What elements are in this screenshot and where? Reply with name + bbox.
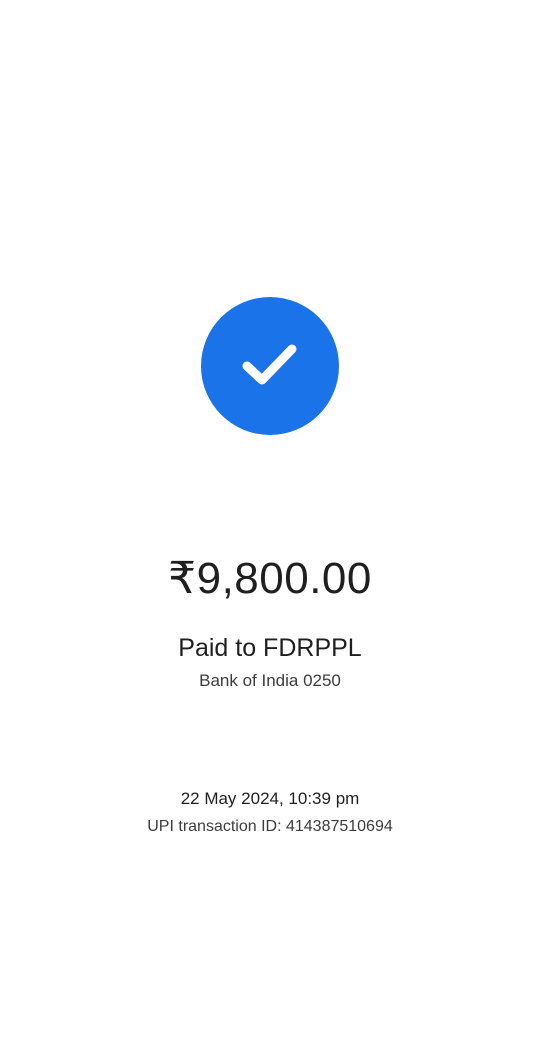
- upi-transaction-id: UPI transaction ID: 414387510694: [147, 818, 393, 835]
- checkmark-icon: [242, 344, 297, 385]
- transaction-datetime: 22 May 2024, 10:39 pm: [180, 789, 360, 808]
- bank-account: Bank of India 0250: [199, 671, 341, 690]
- success-badge: [201, 297, 339, 435]
- payment-amount: ₹9,800.00: [168, 554, 372, 603]
- payee-name: Paid to FDRPPL: [178, 634, 362, 662]
